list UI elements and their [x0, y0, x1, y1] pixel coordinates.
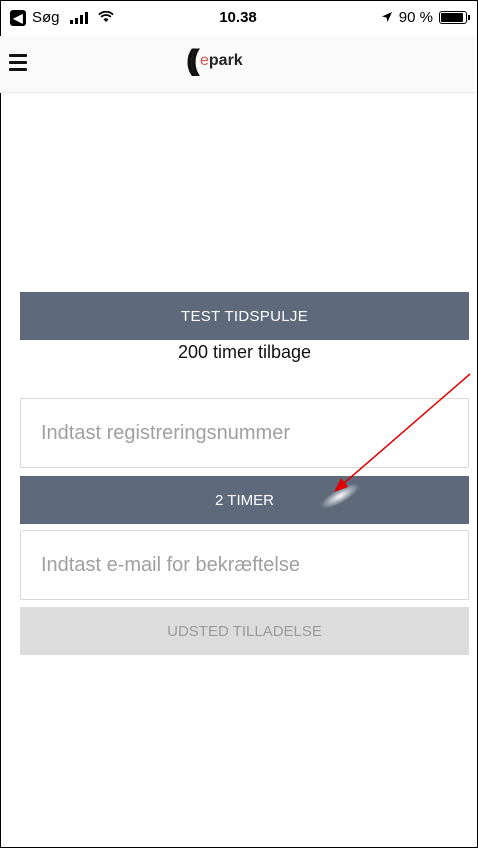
battery-icon: [439, 11, 467, 24]
hamburger-menu-icon[interactable]: [9, 54, 27, 71]
location-arrow-icon: [381, 10, 393, 26]
logo-text: epark: [199, 52, 243, 69]
logo-waves-icon: ((: [186, 44, 200, 77]
status-bar: ◀ Søg 10.38 90 %: [0, 0, 476, 36]
status-right: 90 %: [381, 9, 470, 26]
battery-percent: 90 %: [398, 9, 433, 26]
battery-tip: [468, 15, 470, 20]
email-input[interactable]: [20, 530, 469, 600]
nav-bar: (( epark: [0, 36, 476, 93]
pool-title-banner: TEST TIDSPULJE: [20, 292, 469, 340]
issue-permit-button[interactable]: UDSTED TILLADELSE: [20, 607, 469, 655]
remaining-hours: 200 timer tilbage: [177, 342, 312, 362]
battery-fill: [441, 13, 463, 22]
duration-button[interactable]: 2 TIMER: [20, 476, 469, 524]
registration-number-input[interactable]: [20, 398, 469, 468]
epark-logo: (( epark: [186, 46, 243, 76]
